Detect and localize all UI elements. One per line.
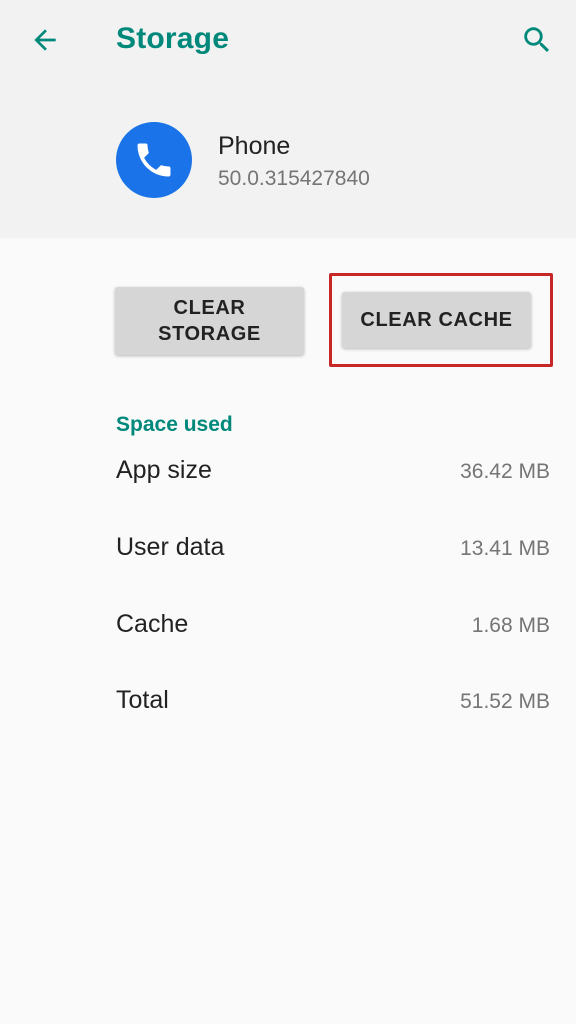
clear-storage-button[interactable]: CLEAR STORAGE bbox=[115, 287, 304, 355]
arrow-back-icon bbox=[34, 29, 56, 51]
app-size-value: 36.42 MB bbox=[460, 460, 550, 483]
page-title: Storage bbox=[116, 22, 230, 55]
phone-handset-icon bbox=[137, 143, 171, 177]
highlight-annotation-box bbox=[329, 273, 553, 367]
app-name: Phone bbox=[218, 132, 291, 160]
cache-value: 1.68 MB bbox=[471, 614, 550, 637]
clear-storage-label: CLEAR STORAGE bbox=[158, 297, 261, 345]
app-icon bbox=[116, 122, 192, 198]
user-data-label: User data bbox=[116, 533, 225, 561]
search-icon bbox=[524, 27, 550, 53]
app-version: 50.0.315427840 bbox=[218, 167, 370, 190]
search-button[interactable] bbox=[514, 18, 560, 62]
app-size-label: App size bbox=[116, 456, 212, 484]
total-value: 51.52 MB bbox=[460, 690, 550, 713]
app-header-area bbox=[0, 0, 576, 238]
back-button[interactable] bbox=[22, 20, 68, 60]
user-data-value: 13.41 MB bbox=[460, 537, 550, 560]
total-label: Total bbox=[116, 686, 169, 714]
space-used-header: Space used bbox=[116, 413, 233, 436]
cache-label: Cache bbox=[116, 610, 189, 638]
